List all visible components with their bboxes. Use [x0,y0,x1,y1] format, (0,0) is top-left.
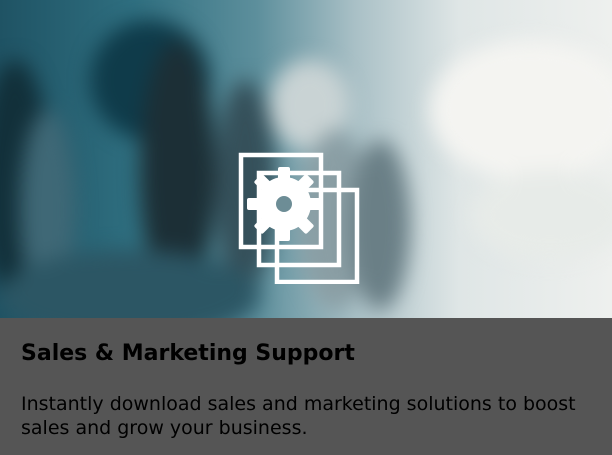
hero-image [0,0,612,318]
card-title[interactable]: Sales & Marketing Support [21,340,355,368]
card-description: Instantly download sales and marketing s… [21,393,576,439]
sales-marketing-card[interactable]: Sales & Marketing Support Instantly down… [0,0,612,455]
documents-gear-icon [238,152,360,284]
